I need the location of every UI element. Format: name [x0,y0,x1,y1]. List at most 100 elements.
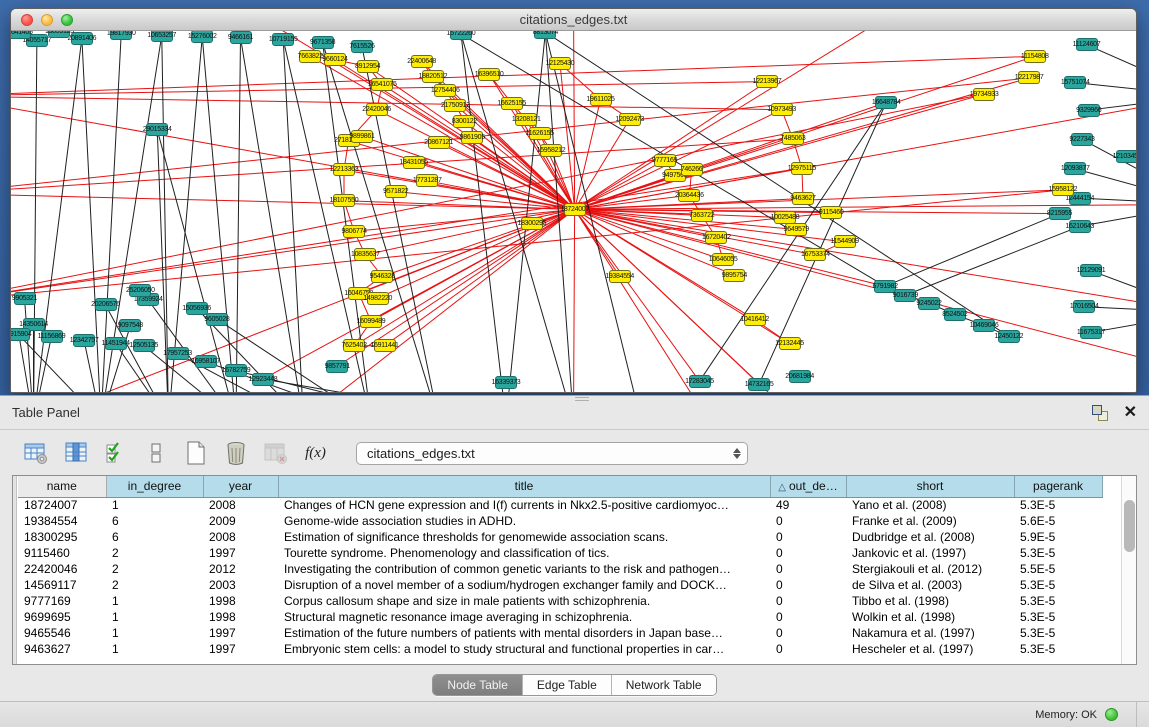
table-cell[interactable]: Wolkin et al. (1998) [846,609,1014,625]
table-cell[interactable]: 1 [106,593,203,609]
table-cell[interactable]: 9465546 [18,625,106,641]
graph-node[interactable]: 18300295 [521,217,543,230]
graph-node[interactable]: 9905321 [14,292,36,305]
table-cell[interactable]: 1997 [203,545,278,561]
table-cell[interactable]: 14569117 [18,577,106,593]
graph-node[interactable]: 11154808 [1024,50,1046,63]
table-row[interactable]: 946554611997Estimation of the future num… [18,625,1102,641]
graph-node[interactable]: 9605028 [206,313,228,326]
table-cell[interactable]: 5.3E-5 [1014,545,1102,561]
table-row[interactable]: 2242004622012Investigating the contribut… [18,561,1102,577]
table-cell[interactable]: 22420046 [18,561,106,577]
graph-node[interactable]: 25206050 [129,284,151,297]
graph-node[interactable]: 18724007 [564,203,586,216]
graph-node[interactable]: 11156869 [41,330,63,343]
graph-node[interactable]: 20206576 [95,298,117,311]
new-file-icon[interactable] [182,440,209,467]
graph-node[interactable]: 11124607 [1076,38,1098,51]
graph-node[interactable]: 12125430 [549,57,571,70]
table-row[interactable]: 1872400712008Changes of HCN gene express… [18,497,1102,513]
graph-node[interactable]: 9546328 [371,270,393,283]
table-cell[interactable]: Tibbo et al. (1998) [846,593,1014,609]
graph-node[interactable]: 18820512 [422,70,444,83]
graph-node[interactable]: 12129091 [1080,264,1102,277]
table-cell[interactable]: 0 [770,641,846,657]
graph-node[interactable]: 10835637 [354,248,376,261]
table-cell[interactable]: 5.3E-5 [1014,609,1102,625]
table-cell[interactable]: 0 [770,593,846,609]
table-cell[interactable]: 1997 [203,641,278,657]
tab-edge-table[interactable]: Edge Table [523,675,612,695]
graph-node[interactable]: 16541075 [371,78,393,91]
graph-node[interactable]: 8300122 [453,115,475,128]
table-cell[interactable]: 5.3E-5 [1014,593,1102,609]
graph-node[interactable]: 9227343 [1071,133,1093,146]
table-cell[interactable]: 5.9E-5 [1014,529,1102,545]
table-row[interactable]: 977716911998Corpus callosum shape and si… [18,593,1102,609]
graph-node[interactable]: 19734933 [973,88,995,101]
graph-node[interactable]: 14732165 [748,378,770,391]
graph-node[interactable]: 9857791 [326,360,348,373]
table-cell[interactable]: 5.3E-5 [1014,641,1102,657]
tab-node-table[interactable]: Node Table [433,675,523,695]
panel-split-handle[interactable] [575,397,589,401]
graph-node[interactable]: 16720402 [705,231,727,244]
graph-node[interactable]: 15056936 [186,302,208,315]
table-cell[interactable]: Yano et al. (2008) [846,497,1014,513]
graph-node[interactable]: 10719155 [272,33,294,46]
graph-node[interactable]: 8641405 [11,31,31,39]
graph-node[interactable]: 9649579 [785,223,807,236]
graph-node[interactable]: 11675317 [1080,326,1102,339]
table-row[interactable]: 969969511998Structural magnetic resonanc… [18,609,1102,625]
table-cell[interactable]: 0 [770,625,846,641]
table-cell[interactable]: Structural magnetic resonance image aver… [278,609,770,625]
graph-node[interactable]: 7363722 [691,209,713,222]
graph-node[interactable]: 15276002 [191,31,213,43]
table-cell[interactable]: Embryonic stem cells: a model to study s… [278,641,770,657]
table-cell[interactable]: Estimation of significance thresholds fo… [278,529,770,545]
memory-status-indicator[interactable] [1105,708,1118,721]
trash-icon[interactable] [222,440,249,467]
column-header-year[interactable]: year [203,476,278,497]
table-cell[interactable]: 2012 [203,561,278,577]
graph-node[interactable]: 20867121 [428,136,450,149]
graph-node[interactable]: 9895754 [723,269,745,282]
table-cell[interactable]: 0 [770,529,846,545]
table-cell[interactable]: 5.3E-5 [1014,577,1102,593]
graph-node[interactable]: 11544909 [834,235,856,248]
graph-node[interactable]: 12450122 [998,330,1020,343]
graph-node[interactable]: 16099489 [360,315,382,328]
graph-node[interactable]: 9660124 [324,53,346,66]
function-builder-icon[interactable]: f(x) [302,440,329,467]
table-cell[interactable]: Changes of HCN gene expression and I(f) … [278,497,770,513]
graph-node[interactable]: 9329966 [1078,104,1100,117]
graph-node[interactable]: 12103454 [1116,150,1136,163]
table-cell[interactable]: 2003 [203,577,278,593]
graph-node[interactable]: 12505135 [133,339,155,352]
graph-node[interactable]: 9671358 [312,36,334,49]
graph-node[interactable]: 16753374 [804,248,826,261]
graph-node[interactable]: 14982220 [367,292,389,305]
graph-node[interactable]: 7625402 [343,339,365,352]
graph-node[interactable]: 9777169 [654,154,676,167]
column-visibility-icon[interactable] [62,440,89,467]
graph-node[interactable]: 7615526 [351,40,373,53]
table-mode-icon[interactable] [22,440,49,467]
graph-node[interactable]: 12132445 [779,337,801,350]
select-checks-icon[interactable] [102,440,129,467]
graph-node[interactable]: 12342757 [73,334,95,347]
graph-node[interactable]: 11626155 [529,127,551,140]
table-row[interactable]: 946362711997Embryonic stem cells: a mode… [18,641,1102,657]
table-cell[interactable]: 0 [770,609,846,625]
graph-node[interactable]: 10653257 [151,31,173,42]
table-cell[interactable]: 0 [770,545,846,561]
table-cell[interactable]: 9699695 [18,609,106,625]
table-cell[interactable]: 5.6E-5 [1014,513,1102,529]
graph-node[interactable]: 9466161 [230,31,252,44]
table-cell[interactable]: Estimation of the future numbers of pati… [278,625,770,641]
graph-node[interactable]: 13208121 [515,113,537,126]
graph-node[interactable]: 10469046 [973,319,995,332]
graph-node[interactable]: 19817930 [110,31,132,40]
table-row[interactable]: 1830029562008Estimation of significance … [18,529,1102,545]
graph-node[interactable]: 10646055 [712,253,734,266]
